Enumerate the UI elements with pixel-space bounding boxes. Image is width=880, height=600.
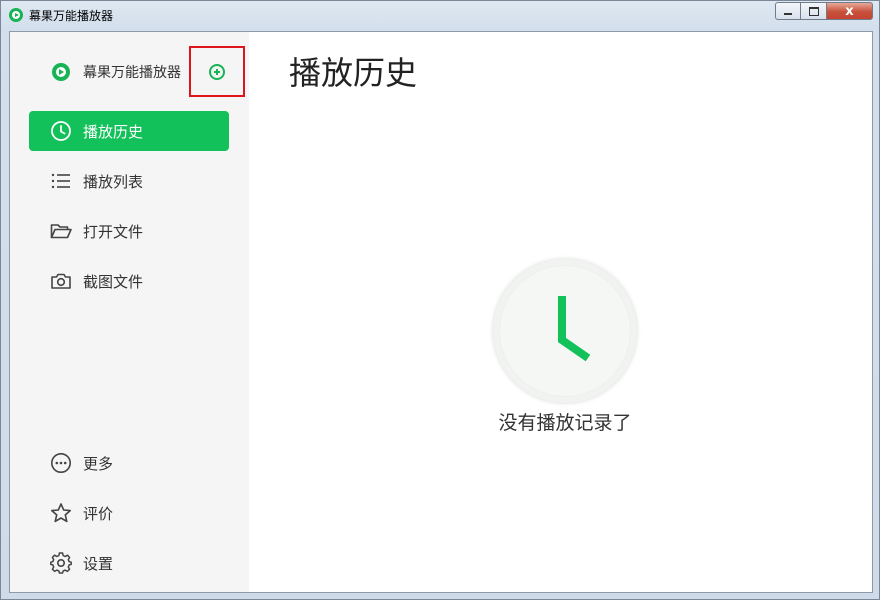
- camera-icon: [50, 270, 72, 292]
- sidebar-item-label: 截图文件: [83, 272, 144, 291]
- sidebar-item-playlist[interactable]: 播放列表: [29, 161, 229, 201]
- clock-icon: [50, 120, 72, 142]
- sidebar-item-label: 播放历史: [83, 122, 144, 141]
- sidebar-item-play-history[interactable]: 播放历史: [29, 111, 229, 151]
- close-icon: x: [845, 3, 854, 19]
- window-title: 幕果万能播放器: [29, 9, 114, 23]
- page-title: 播放历史: [289, 54, 418, 92]
- brand-logo-icon: [52, 63, 70, 81]
- sidebar-item-label: 评价: [83, 504, 114, 523]
- more-circle-icon: [50, 452, 72, 474]
- list-icon: [50, 170, 72, 192]
- app-window: 幕果万能播放器 x 幕果万能播放器 播放历史 播放列表 打开文件 截图文件 更多…: [0, 0, 880, 600]
- window-controls: x: [775, 2, 873, 20]
- sidebar: 幕果万能播放器 播放历史 播放列表 打开文件 截图文件 更多 评价 设置: [10, 32, 249, 592]
- sidebar-item-label: 播放列表: [83, 172, 144, 191]
- title-bar[interactable]: 幕果万能播放器 x: [1, 1, 879, 31]
- sidebar-item-open-file[interactable]: 打开文件: [29, 211, 229, 251]
- sidebar-item-screenshots[interactable]: 截图文件: [29, 261, 229, 301]
- gear-icon: [50, 552, 72, 574]
- sidebar-item-rate[interactable]: 评价: [29, 493, 229, 533]
- sidebar-item-more[interactable]: 更多: [29, 443, 229, 483]
- empty-state-message: 没有播放记录了: [498, 412, 632, 434]
- maximize-icon: [808, 6, 819, 16]
- sidebar-item-label: 设置: [83, 554, 114, 573]
- minimize-button[interactable]: [775, 2, 801, 20]
- add-button[interactable]: [189, 46, 245, 97]
- client-area: 幕果万能播放器 播放历史 播放列表 打开文件 截图文件 更多 评价 设置 播放历…: [9, 31, 873, 593]
- minimize-icon: [784, 12, 792, 15]
- main-content: 播放历史 没有播放记录了: [249, 32, 872, 592]
- brand-name: 幕果万能播放器: [83, 65, 181, 81]
- sidebar-item-label: 打开文件: [83, 222, 144, 241]
- maximize-button[interactable]: [801, 2, 827, 20]
- sidebar-item-settings[interactable]: 设置: [29, 543, 229, 583]
- sidebar-brand: 幕果万能播放器: [52, 62, 181, 82]
- empty-state-illustration: [492, 258, 638, 404]
- close-button[interactable]: x: [827, 2, 873, 20]
- folder-open-icon: [50, 220, 72, 242]
- sidebar-item-label: 更多: [83, 454, 114, 473]
- plus-circle-icon: [209, 63, 225, 80]
- app-logo-icon: [9, 8, 23, 22]
- clock-icon: [558, 296, 591, 362]
- star-icon: [50, 502, 72, 524]
